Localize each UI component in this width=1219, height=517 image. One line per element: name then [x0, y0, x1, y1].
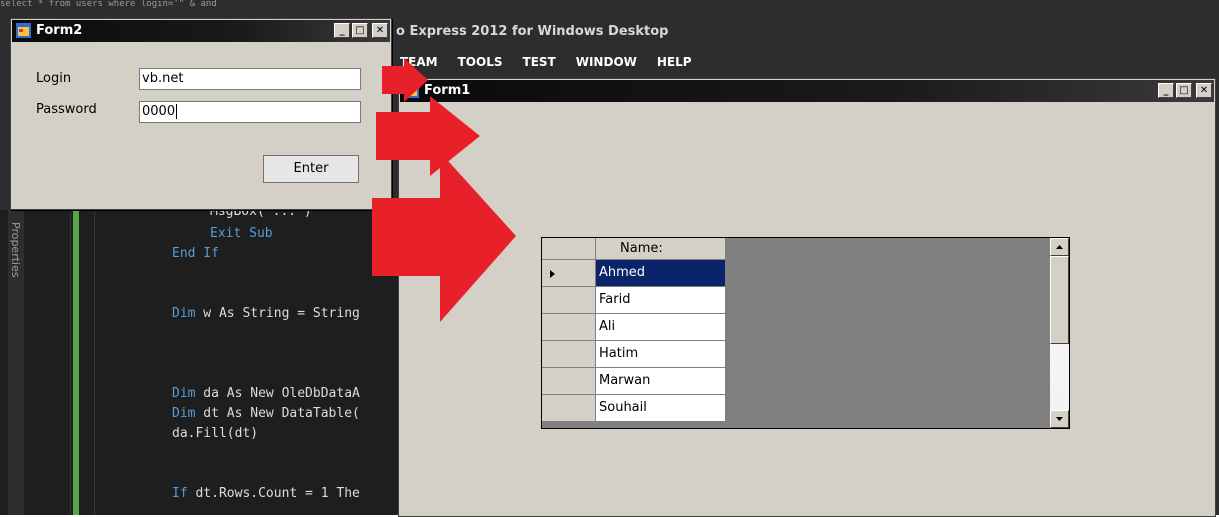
maximize-button[interactable]: □ — [352, 23, 368, 38]
menu-test[interactable]: TEST — [523, 55, 556, 73]
row-header[interactable] — [542, 395, 596, 422]
form-app-icon — [16, 23, 31, 38]
grid-cell[interactable]: Hatim — [596, 341, 726, 368]
minimize-button[interactable]: _ — [334, 23, 350, 38]
form1-window: Form1 _ □ ✕ Name: Ahmed Farid Ali Hatim … — [398, 78, 1216, 517]
menu-tools[interactable]: TOOLS — [458, 55, 503, 73]
password-input[interactable]: 0000 — [139, 101, 361, 123]
grid-cell[interactable]: Ahmed — [596, 260, 726, 287]
row-header[interactable] — [542, 341, 596, 368]
code-line-2: Exit Sub — [210, 226, 273, 241]
form2-window: Form2 _ □ ✕ Login vb.net Password 0000 E… — [10, 18, 392, 210]
change-marker — [73, 210, 79, 515]
indent-guide — [94, 210, 96, 515]
grid-cell[interactable]: Souhail — [596, 395, 726, 422]
minimize-button[interactable]: _ — [1158, 83, 1174, 98]
close-button[interactable]: ✕ — [372, 23, 388, 38]
scroll-down-button[interactable] — [1050, 410, 1069, 428]
chevron-up-icon — [1056, 245, 1063, 249]
login-label: Login — [36, 71, 72, 86]
vs-menu-bar: TEAM TOOLS TEST WINDOW HELP — [400, 55, 712, 73]
close-button[interactable]: ✕ — [1196, 83, 1212, 98]
row-header[interactable] — [542, 260, 596, 287]
code-line-8: If dt.Rows.Count = 1 The — [172, 486, 360, 501]
row-header[interactable] — [542, 368, 596, 395]
row-header[interactable] — [542, 314, 596, 341]
annotation-arrow-large — [372, 152, 516, 322]
vertical-scrollbar[interactable] — [1049, 238, 1069, 428]
scroll-thumb[interactable] — [1050, 256, 1069, 344]
row-header[interactable] — [542, 287, 596, 314]
code-line-6: Dim dt As New DataTable( — [172, 406, 360, 421]
code-line-5: Dim da As New OleDbDataA — [172, 386, 360, 401]
grid-cell[interactable]: Ali — [596, 314, 726, 341]
vs-title: o Express 2012 for Windows Desktop — [396, 24, 669, 39]
code-line-4: Dim w As String = String — [172, 306, 360, 321]
code-editor[interactable]: Properties MsgBox("...") Exit Sub End If… — [0, 204, 400, 515]
enter-button[interactable]: Enter — [263, 155, 359, 183]
vs-clipped-code-strip: select * from users where login='" & and — [0, 0, 217, 9]
code-line-7: da.Fill(dt) — [172, 426, 259, 441]
code-line-3: End If — [172, 246, 219, 261]
code-gutter — [48, 210, 71, 515]
grid-cell[interactable]: Marwan — [596, 368, 726, 395]
data-grid-view[interactable]: Name: Ahmed Farid Ali Hatim Marwan Souha… — [541, 237, 1070, 429]
column-header-name[interactable]: Name: — [596, 238, 726, 260]
grid-cell[interactable]: Farid — [596, 287, 726, 314]
properties-side-tab[interactable]: Properties — [9, 222, 22, 278]
menu-help[interactable]: HELP — [657, 55, 692, 73]
chevron-down-icon — [1056, 417, 1063, 421]
maximize-button[interactable]: □ — [1176, 83, 1192, 98]
login-input[interactable]: vb.net — [139, 68, 361, 90]
form2-titlebar[interactable]: Form2 _ □ ✕ — [12, 20, 390, 42]
menu-window[interactable]: WINDOW — [576, 55, 637, 73]
current-row-arrow-icon — [550, 270, 555, 278]
password-label: Password — [36, 102, 97, 117]
form2-title: Form2 — [36, 23, 83, 38]
form1-titlebar[interactable]: Form1 _ □ ✕ — [400, 80, 1214, 102]
scroll-up-button[interactable] — [1050, 238, 1069, 256]
grid-corner-header[interactable] — [542, 238, 596, 260]
